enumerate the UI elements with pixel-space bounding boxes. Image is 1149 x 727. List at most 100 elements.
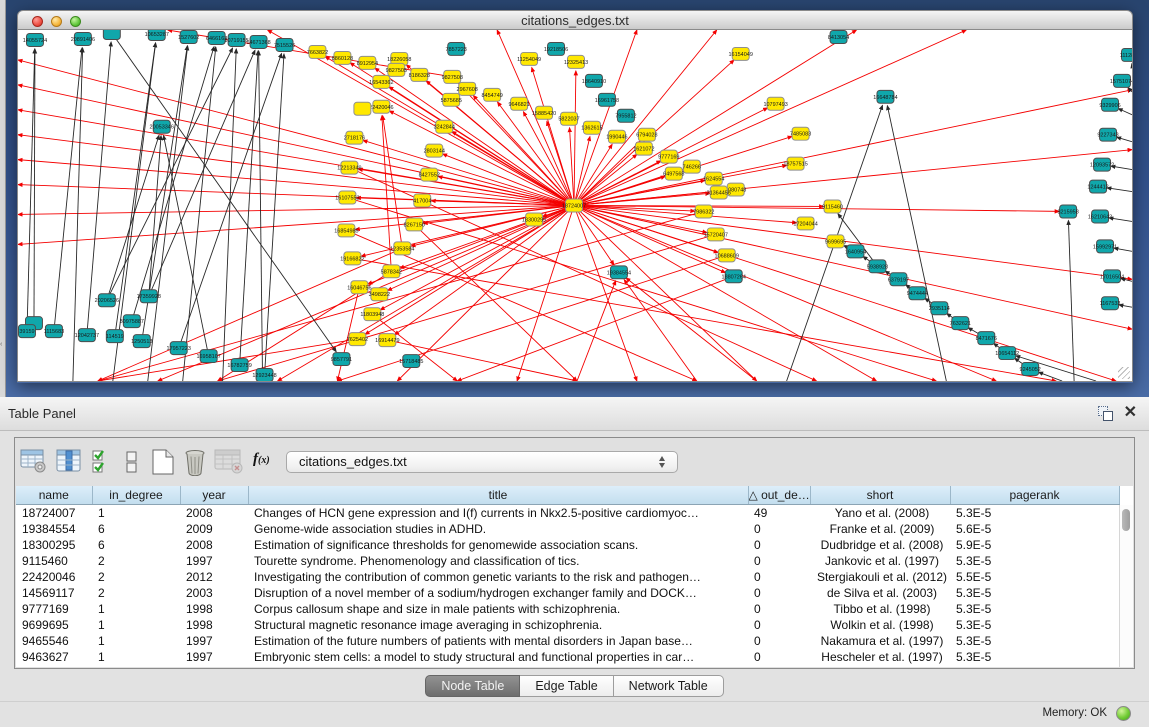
table-row[interactable]: 946554611997Estimation of the future num… xyxy=(16,633,1119,649)
edge[interactable] xyxy=(278,206,574,382)
node[interactable]: 10688609 xyxy=(715,249,739,262)
node[interactable]: 19218506 xyxy=(544,42,568,55)
edge[interactable] xyxy=(265,54,284,375)
edge[interactable] xyxy=(98,248,402,381)
node[interactable]: 17204044 xyxy=(793,217,817,230)
node[interactable]: 14671368 xyxy=(246,35,270,48)
node[interactable]: 7515526 xyxy=(274,38,295,51)
edge[interactable] xyxy=(574,206,757,382)
table-settings-icon[interactable] xyxy=(20,448,47,474)
node[interactable]: 5938928 xyxy=(867,260,888,273)
node[interactable]: 8413054 xyxy=(828,30,849,43)
node[interactable]: 2803144 xyxy=(424,144,445,157)
collapsed-panel-strip[interactable]: ‹ xyxy=(0,0,6,397)
node[interactable]: 8267150 xyxy=(404,218,425,231)
citation-network-graph[interactable]: 1405572420891406106532871527602646616310… xyxy=(18,30,1132,381)
table-row[interactable]: 946362711997Embryonic stem cells: a mode… xyxy=(16,649,1119,665)
edge[interactable] xyxy=(223,49,237,381)
table-cell[interactable]: 2008 xyxy=(180,537,248,553)
edge[interactable] xyxy=(626,278,757,381)
table-cell[interactable]: 14569117 xyxy=(16,585,92,601)
network-canvas[interactable]: 1405572420891406106532871527602646616310… xyxy=(17,30,1133,382)
edge[interactable] xyxy=(259,51,263,381)
column-header-name[interactable]: name xyxy=(16,486,92,505)
table-row[interactable]: 1938455462009Genome-wide association stu… xyxy=(16,521,1119,537)
node[interactable]: 1527602 xyxy=(178,30,199,43)
new-column-icon[interactable] xyxy=(150,448,176,476)
node[interactable]: 15718485 xyxy=(399,355,423,368)
node[interactable]: 3498222 xyxy=(369,288,390,301)
node[interactable]: 17016504 xyxy=(1100,270,1124,283)
node[interactable]: 9245052 xyxy=(1020,363,1041,376)
node[interactable]: 1362615 xyxy=(581,121,602,134)
node[interactable]: 1621072 xyxy=(633,142,654,155)
table-cell[interactable]: 1997 xyxy=(180,553,248,569)
node[interactable]: 9646821 xyxy=(508,97,529,110)
edge[interactable] xyxy=(27,49,35,331)
node[interactable]: 6379197 xyxy=(888,273,909,286)
edge[interactable] xyxy=(218,234,716,381)
table-cell[interactable]: 5.3E-5 xyxy=(950,505,1119,522)
tab-network-table[interactable]: Network Table xyxy=(614,675,724,697)
window-resize-grip[interactable] xyxy=(1118,367,1130,379)
node[interactable]: 18757515 xyxy=(783,157,807,170)
edge[interactable] xyxy=(107,135,159,300)
delete-column-icon[interactable] xyxy=(182,448,208,476)
node[interactable]: 21364456 xyxy=(707,186,731,199)
node[interactable]: 39159 xyxy=(18,325,35,338)
node[interactable]: 5878342 xyxy=(381,265,402,278)
node[interactable]: 16958107 xyxy=(196,350,220,363)
edge[interactable] xyxy=(18,60,574,206)
table-cell[interactable]: 5.3E-5 xyxy=(950,601,1119,617)
node[interactable]: 12353584 xyxy=(390,242,414,255)
node[interactable]: 7857223 xyxy=(446,42,467,55)
node[interactable]: 5822037 xyxy=(558,112,579,125)
node[interactable]: 18724007 xyxy=(562,199,586,212)
table-cell[interactable]: 6 xyxy=(92,521,180,537)
node[interactable]: 14055724 xyxy=(23,33,47,46)
node[interactable]: 12093572 xyxy=(1090,158,1114,171)
column-header-pagerank[interactable]: pagerank xyxy=(950,486,1119,505)
node[interactable]: 20891406 xyxy=(71,32,95,45)
node[interactable]: 3242844 xyxy=(434,120,455,133)
table-cell[interactable]: 5.6E-5 xyxy=(950,521,1119,537)
table-cell[interactable]: 6 xyxy=(92,537,180,553)
node[interactable]: 1112843 xyxy=(1120,48,1132,61)
edge[interactable] xyxy=(54,48,82,331)
node[interactable]: 12325413 xyxy=(564,55,588,68)
node[interactable]: 7625402 xyxy=(347,333,368,346)
node[interactable]: 1640954 xyxy=(845,245,866,258)
node[interactable]: 6497568 xyxy=(663,167,684,180)
table-cell[interactable]: 5.3E-5 xyxy=(950,649,1119,665)
table-cell[interactable]: Genome-wide association studies in ADHD. xyxy=(248,521,748,537)
table-cell[interactable]: 2012 xyxy=(180,569,248,585)
edge[interactable] xyxy=(574,206,996,382)
node[interactable]: 9777169 xyxy=(658,150,679,163)
node[interactable]: 20053346 xyxy=(150,120,174,133)
column-header-out_de[interactable]: △ out_de… xyxy=(748,486,810,505)
node[interactable]: 16854985 xyxy=(334,224,358,237)
node[interactable]: 10653287 xyxy=(145,30,169,40)
table-row[interactable]: 977716911998Corpus callosum shape and si… xyxy=(16,601,1119,617)
table-row[interactable]: 1456911722003Disruption of a novel membe… xyxy=(16,585,1119,601)
table-cell[interactable]: 0 xyxy=(748,649,810,665)
edge[interactable] xyxy=(148,46,188,381)
table-cell[interactable]: 0 xyxy=(748,553,810,569)
table-cell[interactable]: 5.9E-5 xyxy=(950,537,1119,553)
edge[interactable] xyxy=(347,198,936,381)
node[interactable]: 114519 xyxy=(106,330,124,343)
node[interactable]: 9827505 xyxy=(386,63,407,76)
node[interactable]: 11803948 xyxy=(360,308,384,321)
node[interactable]: 16210643 xyxy=(1088,210,1112,223)
table-row[interactable]: 2242004622012Investigating the contribut… xyxy=(16,569,1119,585)
table-cell[interactable]: 5.3E-5 xyxy=(950,585,1119,601)
table-cell[interactable]: Corpus callosum shape and size in male p… xyxy=(248,601,748,617)
table-cell[interactable]: 2003 xyxy=(180,585,248,601)
table-cell[interactable]: 0 xyxy=(748,537,810,553)
table-cell[interactable]: 5.3E-5 xyxy=(950,617,1119,633)
column-header-title[interactable]: title xyxy=(248,486,748,505)
node[interactable] xyxy=(354,102,371,115)
node[interactable]: 7632621 xyxy=(950,317,971,330)
table-cell[interactable]: 1 xyxy=(92,601,180,617)
table-cell[interactable]: Estimation of significance thresholds fo… xyxy=(248,537,748,553)
